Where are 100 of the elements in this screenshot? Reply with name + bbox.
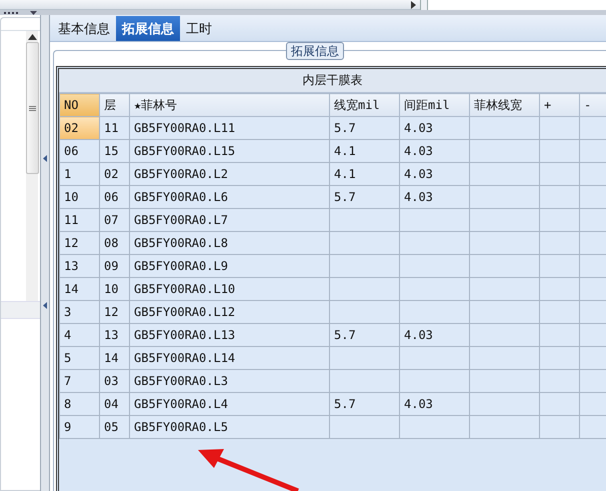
table-cell[interactable]: GB5FY00RA0.L6	[130, 186, 330, 208]
table-cell[interactable]	[400, 370, 470, 392]
table-cell[interactable]: GB5FY00RA0.L8	[130, 232, 330, 254]
column-header[interactable]: NO	[60, 94, 100, 116]
table-cell[interactable]	[470, 392, 540, 416]
table-cell[interactable]: 5.7	[330, 186, 400, 208]
table-cell[interactable]	[470, 346, 540, 370]
table-cell[interactable]	[470, 140, 540, 162]
table-cell[interactable]	[400, 300, 470, 324]
table-cell[interactable]	[470, 232, 540, 254]
table-cell[interactable]: 4.03	[400, 324, 470, 346]
table-cell[interactable]: 3	[60, 300, 100, 324]
table-cell[interactable]	[330, 370, 400, 392]
table-cell[interactable]	[330, 254, 400, 278]
column-header[interactable]: 层	[100, 94, 130, 116]
table-cell[interactable]: 10	[60, 186, 100, 208]
table-cell[interactable]: 1	[60, 162, 100, 186]
table-cell[interactable]: GB5FY00RA0.L2	[130, 162, 330, 186]
table-cell[interactable]: 5.7	[330, 116, 400, 140]
table-cell[interactable]: 06	[60, 140, 100, 162]
table-cell[interactable]: 5	[60, 346, 100, 370]
table-cell[interactable]	[330, 346, 400, 370]
splitter-handle[interactable]	[420, 0, 428, 10]
table-cell[interactable]: 5.7	[330, 324, 400, 346]
table-cell[interactable]: 10	[100, 278, 130, 300]
table-cell[interactable]	[400, 208, 470, 232]
table-cell[interactable]: GB5FY00RA0.L9	[130, 254, 330, 278]
table-cell[interactable]: 4.03	[400, 186, 470, 208]
table-cell[interactable]: 9	[60, 416, 100, 438]
table-cell[interactable]: 09	[100, 254, 130, 278]
table-cell[interactable]: GB5FY00RA0.L3	[130, 370, 330, 392]
table-cell[interactable]	[540, 254, 580, 278]
table-cell[interactable]: 03	[100, 370, 130, 392]
table-cell[interactable]	[470, 324, 540, 346]
table-cell[interactable]	[330, 208, 400, 232]
table-cell[interactable]: 12	[60, 232, 100, 254]
table-cell[interactable]: 4.1	[330, 140, 400, 162]
table-cell[interactable]: 5.7	[330, 392, 400, 416]
table-cell[interactable]: 4.03	[400, 140, 470, 162]
table-cell[interactable]: GB5FY00RA0.L13	[130, 324, 330, 346]
table-cell[interactable]: GB5FY00RA0.L12	[130, 300, 330, 324]
table-cell[interactable]: 06	[100, 186, 130, 208]
table-cell[interactable]: 4.03	[400, 392, 470, 416]
table-cell[interactable]	[540, 416, 580, 438]
tab[interactable]: 工时	[180, 16, 218, 41]
table-cell[interactable]	[470, 300, 540, 324]
table-cell[interactable]	[400, 416, 470, 438]
table-cell[interactable]	[540, 300, 580, 324]
table-cell[interactable]	[540, 278, 580, 300]
collapse-arrow-icon[interactable]	[43, 302, 47, 309]
table-cell[interactable]: GB5FY00RA0.L15	[130, 140, 330, 162]
table-cell[interactable]: 04	[100, 392, 130, 416]
table-cell[interactable]: 11	[100, 116, 130, 140]
table-cell[interactable]	[470, 162, 540, 186]
table-cell[interactable]	[330, 416, 400, 438]
table-cell[interactable]	[470, 254, 540, 278]
table-cell[interactable]	[470, 116, 540, 140]
table-cell[interactable]: 4.03	[400, 162, 470, 186]
tab[interactable]: 基本信息	[52, 16, 116, 41]
table-cell[interactable]: 4.1	[330, 162, 400, 186]
collapse-arrow-icon[interactable]	[43, 155, 47, 162]
table-cell[interactable]: 13	[100, 324, 130, 346]
table-cell[interactable]: GB5FY00RA0.L7	[130, 208, 330, 232]
scrollbar[interactable]	[26, 31, 38, 301]
table-cell[interactable]: GB5FY00RA0.L10	[130, 278, 330, 300]
dropdown-arrow-icon[interactable]	[30, 10, 37, 14]
column-header[interactable]: ★菲林号	[130, 94, 330, 116]
table-cell[interactable]: 15	[100, 140, 130, 162]
table-cell[interactable]	[330, 278, 400, 300]
table-cell[interactable]	[540, 370, 580, 392]
table-cell[interactable]	[540, 392, 580, 416]
table-cell[interactable]: 07	[100, 208, 130, 232]
table-cell[interactable]	[470, 416, 540, 438]
column-header[interactable]: 间距mil	[400, 94, 470, 116]
table-cell[interactable]	[400, 346, 470, 370]
table-cell[interactable]	[400, 254, 470, 278]
table-cell[interactable]	[540, 140, 580, 162]
table-cell[interactable]	[470, 278, 540, 300]
table-cell[interactable]	[540, 162, 580, 186]
table-cell[interactable]	[470, 370, 540, 392]
table-cell[interactable]: 14	[100, 346, 130, 370]
table-cell[interactable]	[470, 208, 540, 232]
table-cell[interactable]	[400, 232, 470, 254]
table-cell[interactable]	[540, 186, 580, 208]
table-cell[interactable]: 11	[60, 208, 100, 232]
table-cell[interactable]: 4	[60, 324, 100, 346]
table-cell[interactable]	[470, 186, 540, 208]
table-cell[interactable]: 05	[100, 416, 130, 438]
table-cell[interactable]: 12	[100, 300, 130, 324]
table-cell[interactable]: 7	[60, 370, 100, 392]
table-cell[interactable]: 08	[100, 232, 130, 254]
table-cell[interactable]: 14	[60, 278, 100, 300]
column-header[interactable]: -	[580, 94, 606, 116]
column-header[interactable]: 线宽mil	[330, 94, 400, 116]
table-cell[interactable]: 02	[100, 162, 130, 186]
table-cell[interactable]: GB5FY00RA0.L11	[130, 116, 330, 140]
table-cell[interactable]: 8	[60, 392, 100, 416]
table-cell[interactable]	[540, 232, 580, 254]
column-header[interactable]: +	[540, 94, 580, 116]
scroll-thumb[interactable]	[26, 42, 38, 174]
